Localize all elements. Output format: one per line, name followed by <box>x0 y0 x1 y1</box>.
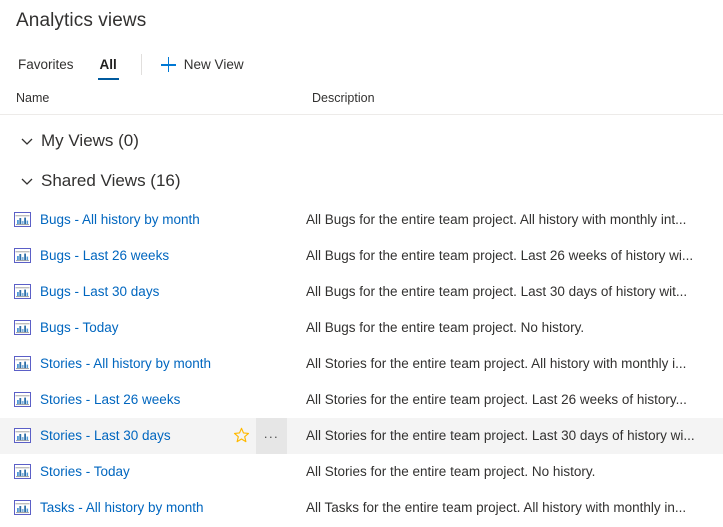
analytics-views-page: Analytics views Favorites All New View N… <box>0 0 723 527</box>
view-description: All Bugs for the entire team project. La… <box>306 284 688 299</box>
view-name-link[interactable]: Tasks - All history by month <box>40 490 204 526</box>
table-row[interactable]: Bugs - Today All Bugs for the entire tea… <box>0 310 723 346</box>
group-title-my-views: My Views (0) <box>41 131 139 150</box>
view-name-link[interactable]: Bugs - Last 30 days <box>40 274 159 310</box>
table-row[interactable]: Tasks - All history by month All Tasks f… <box>0 490 723 526</box>
column-headers: Name Description <box>0 88 723 115</box>
view-name-link[interactable]: Stories - Today <box>40 454 130 490</box>
view-description: All Stories for the entire team project.… <box>306 464 596 479</box>
tab-all[interactable]: All <box>87 48 130 81</box>
chevron-down-icon <box>20 174 34 188</box>
table-row[interactable]: Stories - Today All Stories for the enti… <box>0 454 723 490</box>
new-view-label: New View <box>183 57 244 72</box>
report-chart-icon <box>14 500 31 515</box>
report-chart-icon <box>14 464 31 479</box>
view-name-link[interactable]: Stories - Last 30 days <box>40 418 171 454</box>
column-header-description[interactable]: Description <box>312 91 375 105</box>
chevron-down-icon <box>20 134 34 148</box>
tab-favorites[interactable]: Favorites <box>5 48 87 81</box>
report-chart-icon <box>14 248 31 263</box>
more-actions-icon[interactable]: ... <box>256 418 287 454</box>
view-description: All Bugs for the entire team project. Al… <box>306 212 687 227</box>
report-chart-icon <box>14 284 31 299</box>
view-description: All Stories for the entire team project.… <box>306 392 687 407</box>
view-description: All Stories for the entire team project.… <box>306 356 687 371</box>
view-name-link[interactable]: Stories - All history by month <box>40 346 211 382</box>
table-row[interactable]: Stories - Last 30 days All Stories for t… <box>0 418 723 454</box>
group-title-shared-views: Shared Views (16) <box>41 171 181 190</box>
view-description: All Stories for the entire team project.… <box>306 428 695 443</box>
view-description: All Bugs for the entire team project. No… <box>306 320 585 335</box>
view-description: All Tasks for the entire team project. A… <box>306 500 687 515</box>
group-header-shared-views[interactable]: Shared Views (16) <box>0 164 723 198</box>
command-bar-divider <box>140 54 142 75</box>
column-header-name[interactable]: Name <box>16 91 49 105</box>
view-name-link[interactable]: Bugs - Last 26 weeks <box>40 238 169 274</box>
star-icon[interactable] <box>233 427 250 444</box>
report-chart-icon <box>14 356 31 371</box>
view-name-link[interactable]: Stories - Last 26 weeks <box>40 382 180 418</box>
table-row[interactable]: Stories - All history by month All Stori… <box>0 346 723 382</box>
table-row[interactable]: Bugs - Last 30 days All Bugs for the ent… <box>0 274 723 310</box>
new-view-button[interactable]: New View <box>151 48 254 81</box>
more-actions-label: ... <box>263 425 280 441</box>
report-chart-icon <box>14 428 31 443</box>
report-chart-icon <box>14 212 31 227</box>
command-bar: Favorites All New View <box>0 48 723 81</box>
report-chart-icon <box>14 392 31 407</box>
page-title: Analytics views <box>16 10 147 31</box>
plus-icon <box>160 57 176 72</box>
view-name-link[interactable]: Bugs - All history by month <box>40 202 200 238</box>
table-row[interactable]: Stories - Last 26 weeks All Stories for … <box>0 382 723 418</box>
group-header-my-views[interactable]: My Views (0) <box>0 124 723 158</box>
table-row[interactable]: Bugs - Last 26 weeks All Bugs for the en… <box>0 238 723 274</box>
table-row[interactable]: Bugs - All history by month All Bugs for… <box>0 202 723 238</box>
report-chart-icon <box>14 320 31 335</box>
view-name-link[interactable]: Bugs - Today <box>40 310 119 346</box>
view-description: All Bugs for the entire team project. La… <box>306 248 694 263</box>
